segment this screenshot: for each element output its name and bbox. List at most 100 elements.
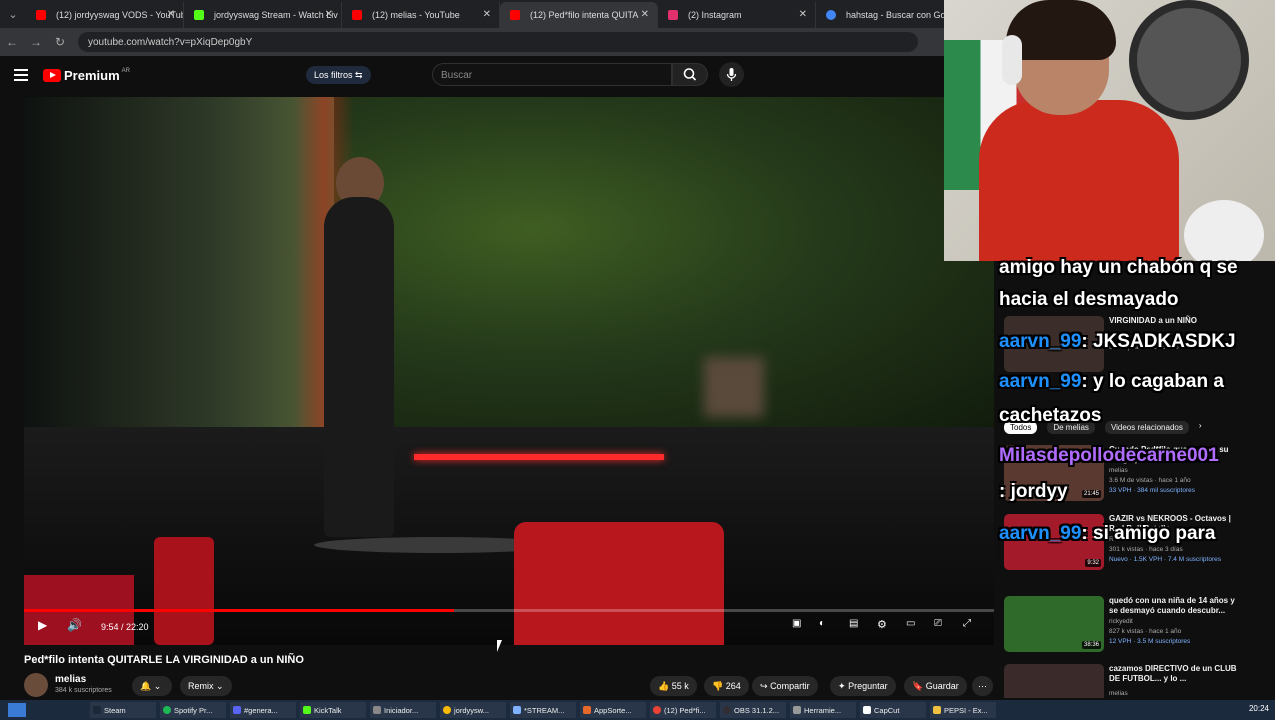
- close-tab-icon[interactable]: ✕: [641, 9, 649, 20]
- bookmark-icon: 🔖: [912, 680, 924, 691]
- taskbar-app[interactable]: AppSorte...: [580, 702, 646, 718]
- taskbar-app[interactable]: Herramie...: [790, 702, 856, 718]
- headset-image: [1002, 35, 1022, 85]
- chat-message: : jordyy: [999, 481, 1068, 502]
- back-icon[interactable]: ←: [0, 35, 24, 49]
- video-card-badges: 12 VPH · 3.5 M suscriptores: [1109, 638, 1191, 645]
- taskbar-app-label: Iniciador...: [384, 705, 419, 715]
- video-title: Ped*filo intenta QUITARLE LA VIRGINIDAD …: [24, 654, 304, 666]
- taskbar-app[interactable]: PEPSI - Ex...: [930, 702, 996, 718]
- thumbs-down-icon: 👎: [712, 680, 724, 691]
- theater-mode-icon[interactable]: ▭: [906, 618, 915, 629]
- logo-country: AR: [121, 68, 130, 74]
- video-card-title: quedó con una niña de 14 años y se desma…: [1109, 596, 1235, 615]
- tools-icon: [793, 706, 801, 714]
- channel-name[interactable]: melias: [55, 674, 86, 685]
- google-favicon-icon: [826, 10, 836, 20]
- taskbar-app[interactable]: Steam: [90, 702, 156, 718]
- tab-list-icon[interactable]: ⌄: [0, 0, 26, 28]
- recommended-video[interactable]: 38:36 quedó con una niña de 14 años y se…: [1004, 596, 1270, 656]
- browser-tab[interactable]: (12) melias - YouTube ✕: [342, 2, 500, 28]
- video-card-channel: melias: [1109, 690, 1128, 697]
- share-icon: ↪: [760, 680, 768, 691]
- voice-search-button[interactable]: [719, 62, 744, 87]
- video-owner-row: melias 384 k suscriptores 🔔 ⌄ Remix ⌄ 👍 …: [24, 673, 994, 699]
- settings-gear-icon[interactable]: ⚙: [877, 618, 887, 631]
- browser-tab[interactable]: jordyyswag Stream - Watch Liv ✕: [184, 2, 342, 28]
- sparkle-icon: ✦: [838, 680, 846, 691]
- youtube-favicon-icon: [352, 10, 362, 20]
- subtitles-icon[interactable]: ▤: [849, 618, 858, 629]
- close-tab-icon[interactable]: ✕: [325, 9, 333, 20]
- autoplay-toggle-icon[interactable]: ◐: [819, 618, 825, 629]
- browser-tab-active[interactable]: (12) Ped*filo intenta QUITA ✕: [500, 2, 658, 28]
- reload-icon[interactable]: ↻: [48, 35, 72, 49]
- taskbar-app-label: #genera...: [244, 705, 278, 715]
- more-icon: ⋯: [978, 680, 987, 691]
- close-tab-icon[interactable]: ✕: [167, 9, 175, 20]
- chat-line: Milasdepollodecarne001: [999, 445, 1219, 467]
- chat-line: cachetazos: [999, 405, 1101, 427]
- youtube-logo[interactable]: Premium AR: [43, 68, 130, 83]
- url-field[interactable]: youtube.com/watch?v=pXiqDep0gbY: [78, 32, 918, 52]
- taskbar-app[interactable]: *STREAM...: [510, 702, 576, 718]
- taskbar-app-label: Spotify Pr...: [174, 705, 213, 715]
- menu-icon[interactable]: [14, 69, 28, 81]
- volume-icon[interactable]: 🔊: [67, 618, 82, 632]
- fullscreen-icon[interactable]: ⤢: [963, 618, 971, 629]
- channel-avatar[interactable]: [24, 673, 48, 697]
- browser-tab[interactable]: (12) jordyyswag VODS - YouTub ✕: [26, 2, 184, 28]
- chat-line: aarvn_99: JKSADKASDKJ: [999, 331, 1236, 353]
- taskbar-app[interactable]: Iniciador...: [370, 702, 436, 718]
- spotify-icon: [163, 706, 171, 714]
- taskbar-app-label: KickTalk: [314, 705, 342, 715]
- chat-message: hacia el desmayado: [999, 289, 1179, 310]
- chat-line: aarvn_99: y lo cagaban a: [999, 371, 1224, 393]
- tab-title: (12) Ped*filo intenta QUITA: [530, 10, 639, 20]
- notepad-icon: [513, 706, 521, 714]
- dislike-button[interactable]: 👎 264: [704, 676, 749, 696]
- filters-label: Los filtros: [314, 70, 353, 80]
- player-controls: ▶ 🔊 9:54 / 22:20 ▣ ◐ ▤ ⚙ ▭ ⎚ ⤢: [24, 612, 994, 642]
- notifications-bell-button[interactable]: 🔔 ⌄: [132, 676, 172, 696]
- youtube-favicon-icon: [510, 10, 520, 20]
- chat-message: : JKSADKASDKJ: [1081, 331, 1236, 352]
- subscriber-count: 384 k suscriptores: [55, 687, 112, 694]
- recommended-video[interactable]: cazamos DIRECTIVO de un CLUB DE FUTBOL..…: [1004, 664, 1270, 698]
- search-icon: [683, 68, 697, 81]
- search-button[interactable]: [672, 63, 708, 86]
- video-time: 9:54 / 22:20: [101, 622, 149, 632]
- play-icon[interactable]: ▶: [38, 618, 47, 632]
- taskbar-app[interactable]: jordyysw...: [440, 702, 506, 718]
- ask-button[interactable]: ✦ Preguntar: [830, 676, 896, 696]
- remix-button[interactable]: Remix ⌄: [180, 676, 232, 696]
- taskbar-app[interactable]: CapCut: [860, 702, 926, 718]
- taskbar-app[interactable]: KickTalk: [300, 702, 366, 718]
- save-button[interactable]: 🔖 Guardar: [904, 676, 967, 696]
- steam-icon: [93, 706, 101, 714]
- like-button[interactable]: 👍 55 k: [650, 676, 697, 696]
- taskbar-app-label: *STREAM...: [524, 705, 565, 715]
- forward-icon[interactable]: →: [24, 35, 48, 49]
- search-placeholder: Buscar: [441, 70, 473, 81]
- taskbar-app[interactable]: (12) Ped*fi...: [650, 702, 716, 718]
- more-actions-button[interactable]: ⋯: [972, 676, 993, 696]
- miniplayer-icon[interactable]: ▣: [792, 618, 801, 629]
- windows-start-icon[interactable]: [8, 703, 26, 717]
- close-tab-icon[interactable]: ✕: [483, 9, 491, 20]
- browser-tab[interactable]: (2) Instagram ✕: [658, 2, 816, 28]
- save-label: Guardar: [925, 681, 959, 691]
- mouse-cursor-icon: [497, 640, 507, 652]
- taskbar-app[interactable]: #genera...: [230, 702, 296, 718]
- windows-taskbar: Steam Spotify Pr... #genera... KickTalk …: [0, 700, 1275, 720]
- video-player[interactable]: [24, 97, 994, 645]
- chat-line: amigo hay un chabón q se: [999, 257, 1238, 279]
- search-input[interactable]: Buscar: [432, 63, 672, 86]
- close-tab-icon[interactable]: ✕: [799, 9, 807, 20]
- taskbar-app[interactable]: OBS 31.1.2...: [720, 702, 786, 718]
- chat-username: aarvn_99: [999, 523, 1082, 544]
- share-button[interactable]: ↪ Compartir: [752, 676, 818, 696]
- taskbar-app[interactable]: Spotify Pr...: [160, 702, 226, 718]
- cast-icon[interactable]: ⎚: [934, 618, 942, 629]
- filters-button[interactable]: Los filtros ⇆: [306, 66, 371, 84]
